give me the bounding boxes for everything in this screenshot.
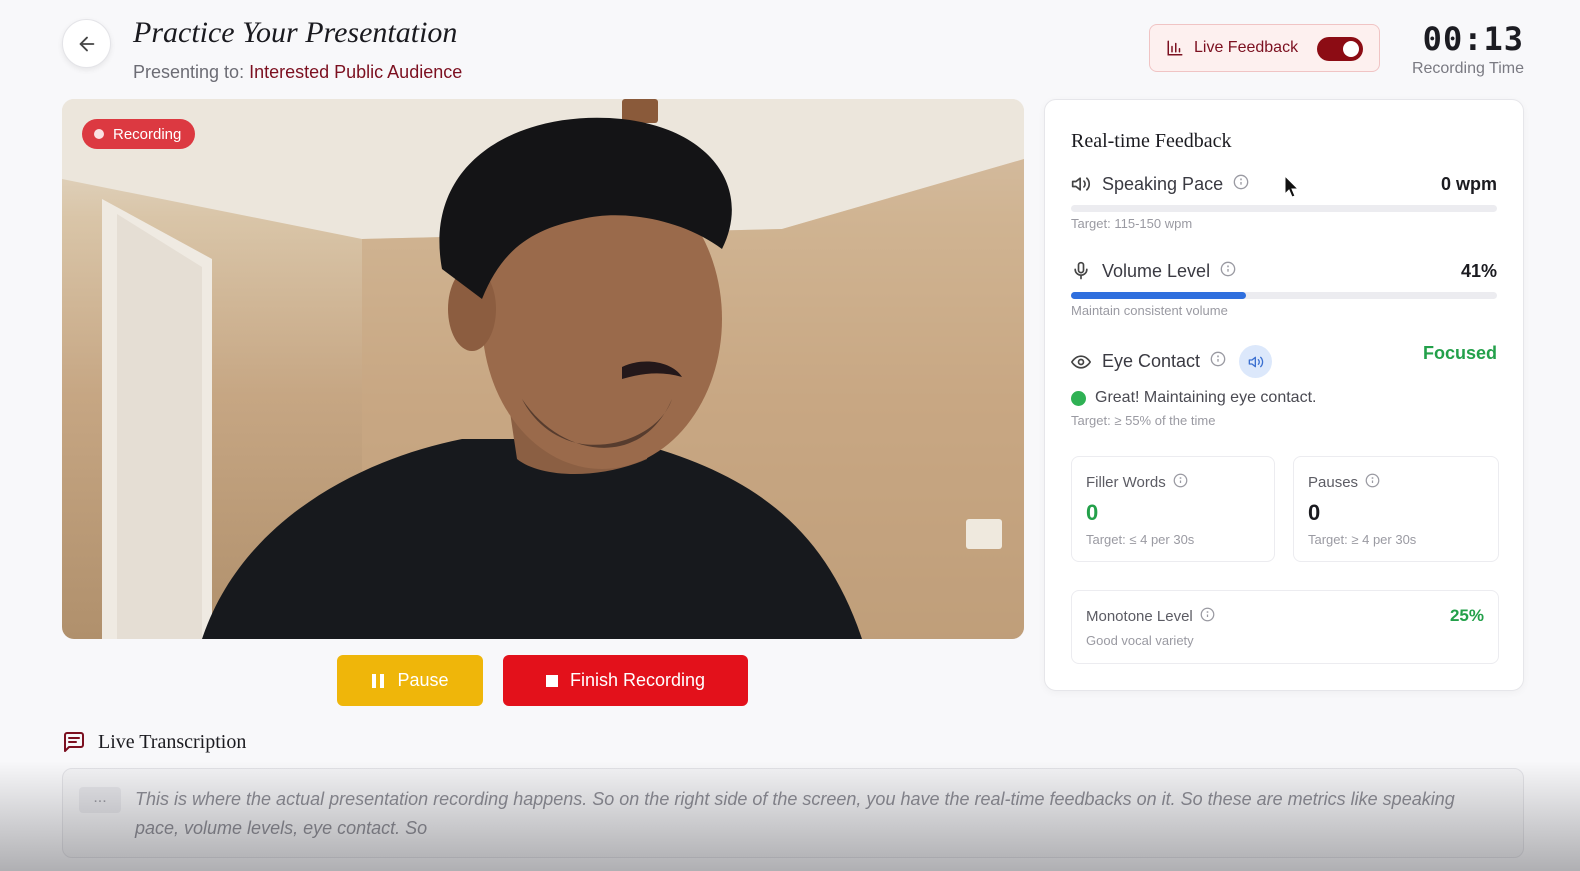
speaking-pace-bar — [1071, 205, 1497, 212]
stop-icon — [545, 674, 558, 687]
pause-icon — [372, 673, 385, 688]
recording-label: Recording — [113, 125, 182, 143]
pauses-card: Pauses 0 Target: ≥ 4 per 30s — [1293, 456, 1499, 562]
eye-contact-hint: Target: ≥ 55% of the time — [1071, 413, 1216, 428]
monotone-label-group: Monotone Level — [1086, 607, 1215, 626]
volume-level-value: 41% — [1460, 260, 1497, 281]
recording-badge: Recording — [82, 119, 196, 149]
eye-contact-row: Eye Contact Focused — [1071, 343, 1497, 378]
monotone-hint: Good vocal variety — [1086, 633, 1194, 648]
bar-chart-icon — [1167, 40, 1183, 56]
eye-contact-status: Great! Maintaining eye contact. — [1071, 389, 1316, 407]
volume-level-row: Volume Level 41% — [1071, 260, 1497, 282]
pauses-value: 0 — [1308, 500, 1321, 525]
speaker-icon — [1248, 356, 1263, 367]
eye-contact-value: Focused — [1422, 343, 1497, 363]
transcription-title: Live Transcription — [98, 730, 247, 753]
info-icon[interactable] — [1173, 473, 1188, 492]
eye-contact-audio-button[interactable] — [1239, 345, 1273, 378]
filler-words-label-group: Filler Words — [1086, 473, 1188, 492]
transcription-text: This is where the actual presentation re… — [135, 789, 1455, 838]
transcription-header: Live Transcription — [62, 730, 246, 754]
recording-dot — [94, 129, 104, 139]
eye-contact-status-text: Great! Maintaining eye contact. — [1095, 389, 1317, 406]
live-feedback-toggle[interactable]: Live Feedback — [1149, 24, 1380, 72]
volume-level-fill — [1071, 292, 1246, 299]
monotone-value: 25% — [1449, 606, 1484, 625]
switch-knob — [1343, 41, 1359, 57]
live-feedback-label: Live Feedback — [1194, 39, 1299, 56]
filler-words-hint: Target: ≤ 4 per 30s — [1086, 532, 1195, 547]
volume-level-bar — [1071, 292, 1497, 299]
pause-button[interactable]: Pause — [337, 655, 483, 706]
finish-label: Finish Recording — [569, 670, 706, 690]
filler-words-card: Filler Words 0 Target: ≤ 4 per 30s — [1071, 456, 1275, 562]
status-dot — [1071, 390, 1086, 406]
monotone-label: Monotone Level — [1086, 608, 1193, 625]
filler-words-value: 0 — [1086, 500, 1099, 525]
eye-contact-label: Eye Contact — [1102, 351, 1201, 371]
eye-icon — [1071, 351, 1093, 373]
camera-preview: Recording — [62, 99, 1024, 639]
video-frame — [62, 99, 1024, 639]
volume-level-label: Volume Level — [1102, 260, 1211, 281]
presenting-to: Presenting to: Interested Public Audienc… — [133, 62, 462, 83]
back-button[interactable] — [62, 19, 111, 68]
transcription-box: ... This is where the actual presentatio… — [62, 768, 1524, 858]
pause-label: Pause — [397, 670, 449, 690]
speaking-pace-hint: Target: 115-150 wpm — [1071, 216, 1193, 231]
info-icon[interactable] — [1233, 174, 1249, 195]
arrow-left-icon — [79, 36, 94, 51]
transcript-icon — [64, 732, 84, 752]
info-icon[interactable] — [1210, 351, 1226, 372]
audience-name: Interested Public Audience — [249, 62, 463, 82]
presenting-prefix: Presenting to: — [133, 62, 245, 82]
finish-recording-button[interactable]: Finish Recording — [503, 655, 748, 706]
microphone-icon — [1071, 260, 1093, 282]
pauses-label: Pauses — [1308, 474, 1359, 491]
info-icon[interactable] — [1365, 473, 1380, 492]
info-icon[interactable] — [1220, 261, 1236, 282]
recording-time-label: Recording Time — [1411, 60, 1524, 77]
page-title: Practice Your Presentation — [133, 16, 458, 49]
panel-title: Real-time Feedback — [1071, 130, 1232, 152]
pauses-hint: Target: ≥ 4 per 30s — [1308, 532, 1417, 547]
monotone-card: Monotone Level 25% Good vocal variety — [1071, 590, 1499, 664]
speaking-pace-label: Speaking Pace — [1102, 173, 1224, 194]
pauses-label-group: Pauses — [1308, 473, 1380, 492]
recording-timer: 00:13 — [1422, 20, 1524, 58]
mouse-cursor-icon — [1284, 175, 1300, 198]
speaker-icon — [1071, 173, 1093, 195]
transcription-ellipsis: ... — [79, 787, 121, 813]
filler-words-label: Filler Words — [1086, 474, 1166, 491]
speaking-pace-value: 0 wpm — [1440, 173, 1497, 194]
info-icon[interactable] — [1200, 607, 1215, 626]
live-feedback-switch[interactable] — [1317, 37, 1363, 61]
volume-level-hint: Maintain consistent volume — [1071, 303, 1228, 318]
